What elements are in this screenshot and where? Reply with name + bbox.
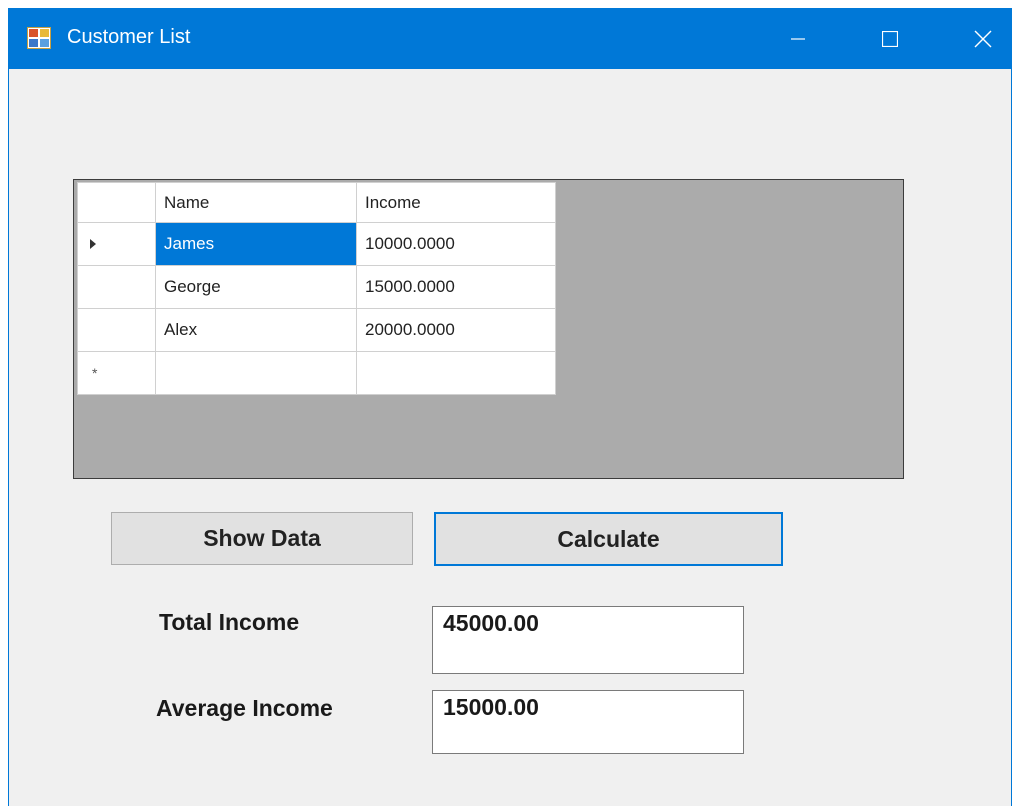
- grid-table: Name Income James 10000.0000 George 1500…: [77, 182, 556, 395]
- table-row: Alex 20000.0000: [77, 308, 556, 352]
- cell-name[interactable]: Alex: [155, 308, 357, 352]
- calculate-button[interactable]: Calculate: [434, 512, 783, 566]
- total-income-field[interactable]: 45000.00: [432, 606, 744, 674]
- average-income-label: Average Income: [156, 695, 333, 721]
- form-icon: [27, 27, 51, 49]
- cell-name[interactable]: George: [155, 265, 357, 309]
- total-income-label: Total Income: [159, 609, 300, 635]
- close-icon: [974, 30, 992, 47]
- table-row: James 10000.0000: [77, 222, 556, 266]
- grid-header-row: Name Income: [77, 182, 556, 223]
- new-row-marker: *: [92, 365, 98, 381]
- cell-income[interactable]: 15000.0000: [356, 265, 556, 309]
- row-header[interactable]: [77, 308, 156, 352]
- customer-data-grid[interactable]: Name Income James 10000.0000 George 1500…: [73, 179, 904, 479]
- window-title: Customer List: [67, 26, 191, 48]
- new-row-header[interactable]: *: [77, 351, 156, 395]
- table-row: George 15000.0000: [77, 265, 556, 309]
- minimize-icon: [791, 37, 805, 40]
- row-header[interactable]: [77, 265, 156, 309]
- close-button[interactable]: [954, 8, 1012, 69]
- average-income-field[interactable]: 15000.00: [432, 690, 744, 754]
- customer-list-window: Customer List Name Income James 10000.00…: [8, 8, 1012, 806]
- grid-corner-header[interactable]: [77, 182, 156, 223]
- minimize-button[interactable]: [769, 8, 827, 69]
- cell-name[interactable]: James: [155, 222, 357, 266]
- maximize-icon: [882, 30, 898, 47]
- column-header-income[interactable]: Income: [356, 182, 556, 223]
- new-cell-income[interactable]: [356, 351, 556, 395]
- column-header-name[interactable]: Name: [155, 182, 357, 223]
- cell-income[interactable]: 20000.0000: [356, 308, 556, 352]
- new-row: *: [77, 351, 556, 395]
- cell-income[interactable]: 10000.0000: [356, 222, 556, 266]
- title-bar[interactable]: Customer List: [9, 8, 1011, 69]
- show-data-button[interactable]: Show Data: [111, 512, 413, 565]
- new-cell-name[interactable]: [155, 351, 357, 395]
- row-header[interactable]: [77, 222, 156, 266]
- maximize-button[interactable]: [861, 8, 919, 69]
- row-pointer-icon: [90, 239, 96, 249]
